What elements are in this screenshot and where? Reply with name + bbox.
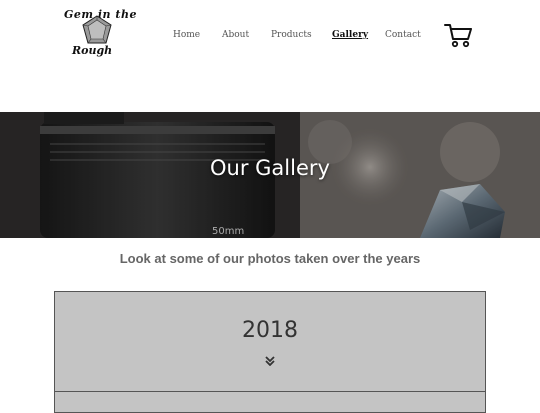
year-heading: 2018 xyxy=(242,318,298,343)
nav-gallery-link[interactable]: Gallery xyxy=(332,30,368,40)
nav-contact-link[interactable]: Contact xyxy=(385,30,421,40)
double-chevron-down-icon[interactable] xyxy=(265,356,275,366)
site-header: Gem in the Rough Home About Products Gal… xyxy=(0,0,540,112)
nav-home-link[interactable]: Home xyxy=(173,30,200,40)
shopping-cart-icon[interactable] xyxy=(444,22,472,48)
brand-name-bottom: Rough xyxy=(72,44,113,57)
year-accordion-next[interactable] xyxy=(54,391,486,413)
nav-about-link[interactable]: About xyxy=(222,30,249,40)
year-accordion-2018[interactable]: 2018 xyxy=(54,291,486,392)
gallery-subtitle: Look at some of our photos taken over th… xyxy=(119,251,421,266)
page-title: Our Gallery xyxy=(210,156,330,180)
hero-banner: 50mm Our Gallery xyxy=(0,112,540,238)
nav-products-link[interactable]: Products xyxy=(271,30,312,40)
